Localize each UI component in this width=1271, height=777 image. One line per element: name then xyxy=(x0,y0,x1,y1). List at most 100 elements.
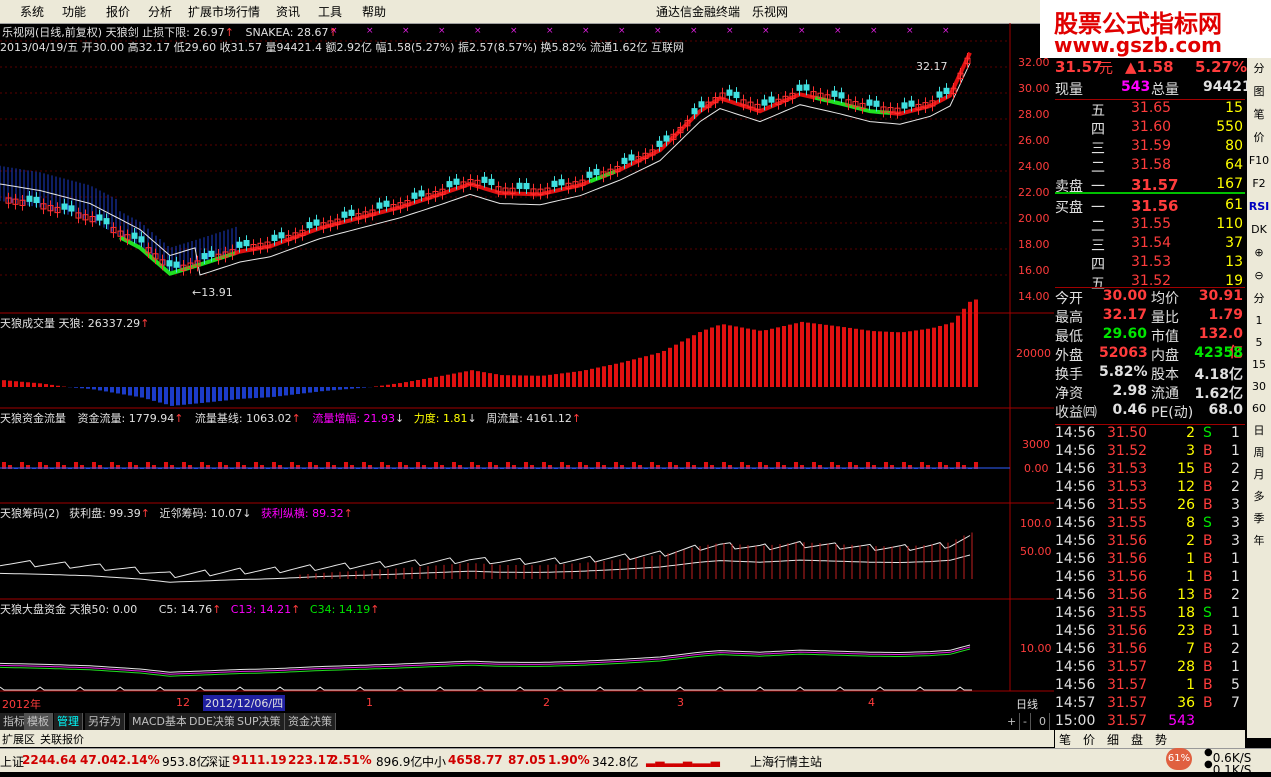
candle-body xyxy=(447,182,452,187)
tab-sup[interactable]: SUP决策 xyxy=(234,713,285,730)
right-tool-button[interactable]: 5 xyxy=(1247,332,1271,354)
zoom-out-button[interactable]: - xyxy=(1020,713,1031,730)
right-tool-button[interactable]: 周 xyxy=(1247,442,1271,464)
right-tool-button[interactable]: RSI xyxy=(1247,196,1271,219)
tick-time: 15:00 xyxy=(1055,713,1095,729)
tick-count: 1 xyxy=(1231,425,1240,441)
ask-volume: 80 xyxy=(1205,138,1243,154)
right-tool-button[interactable]: 图 xyxy=(1247,81,1271,104)
tick-row: 15:0031.57543 xyxy=(1055,713,1245,731)
period-label[interactable]: 日线 xyxy=(1016,696,1038,712)
right-tool-button[interactable]: F10 xyxy=(1247,150,1271,173)
candle-body xyxy=(97,215,102,220)
right-tool-button[interactable]: DK xyxy=(1247,219,1271,242)
bid-row[interactable]: 三31.5437 xyxy=(1055,235,1245,254)
volume-bar xyxy=(806,323,810,387)
chart-area[interactable]: ×××××××××××××××××× 乐视网(日线,前复权) 天狼剑 止损下限:… xyxy=(0,23,1054,713)
right-tool-button[interactable]: 分 xyxy=(1247,288,1271,310)
volume-bar xyxy=(728,325,732,387)
right-tool-button[interactable]: 30 xyxy=(1247,376,1271,398)
tab-related-quote[interactable]: 关联报价 xyxy=(40,731,84,747)
y-tick-label: 14.00 xyxy=(1018,290,1050,303)
right-tool-button[interactable]: 笔 xyxy=(1247,104,1271,127)
stat-label: 最高 xyxy=(1055,307,1083,327)
ask-row[interactable]: 五31.6515 xyxy=(1055,100,1245,119)
ask-row[interactable]: 四31.60550 xyxy=(1055,119,1245,138)
server-station[interactable]: 上海行情主站 xyxy=(750,753,822,770)
sh-label[interactable]: 上证 xyxy=(0,753,24,770)
bid-row[interactable]: 四31.5313 xyxy=(1055,254,1245,273)
candle-body xyxy=(279,233,284,238)
right-tool-button[interactable]: ⊕ xyxy=(1247,242,1271,265)
right-tool-button[interactable]: 15 xyxy=(1247,354,1271,376)
candle-body xyxy=(664,136,669,141)
tab-fund[interactable]: 资金决策 xyxy=(285,713,336,730)
chip-v3: 获利纵横: 89.32 xyxy=(261,507,344,520)
volume-bar xyxy=(950,323,954,387)
volume-bar xyxy=(908,331,912,387)
stat-label: 市值 xyxy=(1151,326,1179,346)
side-tab-trend[interactable]: 势 xyxy=(1155,731,1167,748)
tab-template[interactable]: 模板 xyxy=(24,713,53,730)
sz-label[interactable]: 深证 xyxy=(206,753,230,770)
right-tool-button[interactable]: 1 xyxy=(1247,310,1271,332)
menu-system[interactable]: 系统 xyxy=(20,3,44,20)
volume-bar xyxy=(242,387,246,399)
bid-level: 一 xyxy=(1091,197,1105,217)
right-tool-button[interactable]: 60 xyxy=(1247,398,1271,420)
tab-extended[interactable]: 扩展区 xyxy=(2,731,35,747)
volume-bar xyxy=(362,387,366,388)
tab-saveas[interactable]: 另存为 xyxy=(85,713,125,730)
right-tool-button[interactable]: 季 xyxy=(1247,508,1271,530)
ask-row[interactable]: 三31.5980 xyxy=(1055,138,1245,157)
side-tab-trades[interactable]: 笔 xyxy=(1059,731,1071,748)
menu-analysis[interactable]: 分析 xyxy=(148,3,172,20)
top-marker: × xyxy=(690,26,698,36)
ask-price: 31.65 xyxy=(1131,100,1171,116)
price-change-pct: 5.27% xyxy=(1195,58,1247,76)
tick-row: 14:5631.561B1 xyxy=(1055,569,1245,587)
x-label-dec: 12 xyxy=(176,696,190,709)
side-tab-price[interactable]: 价 xyxy=(1083,731,1095,748)
tab-dde[interactable]: DDE决策 xyxy=(186,713,239,730)
tick-count: 3 xyxy=(1231,497,1240,513)
menu-tools[interactable]: 工具 xyxy=(318,3,342,20)
bid-row[interactable]: 二31.55110 xyxy=(1055,216,1245,235)
menu-function[interactable]: 功能 xyxy=(62,3,86,20)
volume-bar xyxy=(854,329,858,387)
y-tick-label: 18.00 xyxy=(1018,238,1050,251)
tick-side: B xyxy=(1203,533,1213,549)
right-tool-button[interactable]: 价 xyxy=(1247,127,1271,150)
menu-quote[interactable]: 报价 xyxy=(106,3,130,20)
menu-help[interactable]: 帮助 xyxy=(362,3,386,20)
stat-value: 4.18亿 xyxy=(1191,364,1243,384)
volume-bar xyxy=(848,328,852,387)
right-tool-button[interactable]: 日 xyxy=(1247,420,1271,442)
side-tab-book[interactable]: 盘 xyxy=(1131,731,1143,748)
divider-top xyxy=(1055,99,1245,100)
right-tool-button[interactable]: F2 xyxy=(1247,173,1271,196)
tab-manage[interactable]: 管理 xyxy=(54,713,83,730)
right-tool-button[interactable]: 分 xyxy=(1247,58,1271,81)
right-tool-button[interactable]: 多 xyxy=(1247,486,1271,508)
volume-bar xyxy=(32,383,36,387)
right-tool-button[interactable]: ⊖ xyxy=(1247,265,1271,288)
right-tool-button[interactable]: 年 xyxy=(1247,530,1271,552)
side-tab-detail[interactable]: 细 xyxy=(1107,731,1119,748)
tick-row: 14:5631.5613B2 xyxy=(1055,587,1245,605)
zoom-in-button[interactable]: + xyxy=(1004,713,1020,730)
volume-bar xyxy=(398,383,402,387)
candle-body xyxy=(622,158,627,163)
menu-news[interactable]: 资讯 xyxy=(276,3,300,20)
window-brand: 乐视网 xyxy=(752,3,788,20)
tab-macd[interactable]: MACD基本 xyxy=(129,713,191,730)
menu-extended-market[interactable]: 扩展市场行情 xyxy=(188,3,260,20)
stat-label: 量比 xyxy=(1151,307,1179,327)
zoom-reset-button[interactable]: 0 xyxy=(1036,713,1050,730)
tick-volume: 23 xyxy=(1159,623,1195,639)
ask-row[interactable]: 二31.5864 xyxy=(1055,157,1245,176)
volume-bar xyxy=(956,316,960,387)
right-tool-button[interactable]: 月 xyxy=(1247,464,1271,486)
zx-label[interactable]: 中小 xyxy=(422,753,446,770)
bid-row[interactable]: 一31.5661买盘 xyxy=(1055,197,1245,216)
